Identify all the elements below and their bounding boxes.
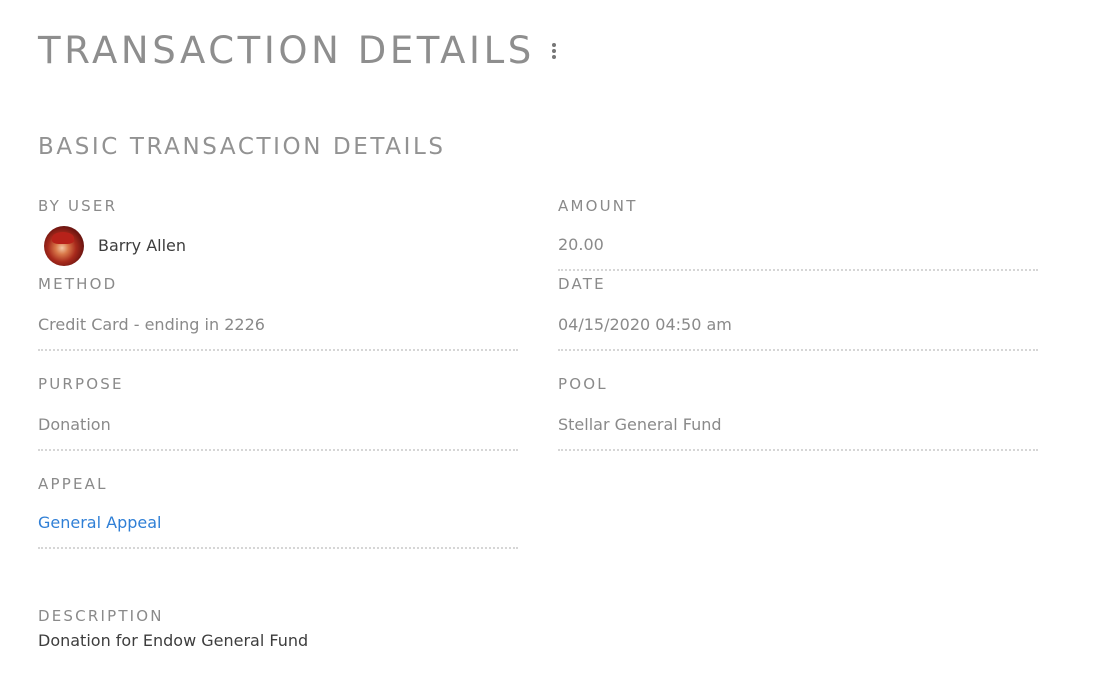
section-title: BASIC TRANSACTION DETAILS bbox=[38, 134, 446, 160]
field-label-pool: POOL bbox=[558, 375, 608, 393]
menu-dot bbox=[551, 55, 556, 59]
field-label-amount: AMOUNT bbox=[558, 197, 638, 215]
field-value-description: Donation for Endow General Fund bbox=[38, 631, 309, 650]
field-value-purpose: Donation bbox=[38, 415, 111, 434]
field-label-by-user: BY USER bbox=[38, 197, 118, 215]
field-method: METHOD Credit Card - ending in 2226 bbox=[38, 275, 518, 351]
field-label-method: METHOD bbox=[38, 275, 118, 293]
field-pool: POOL Stellar General Fund bbox=[558, 375, 1038, 451]
field-label-purpose: PURPOSE bbox=[38, 375, 124, 393]
field-label-appeal: APPEAL bbox=[38, 475, 108, 493]
page-header: TRANSACTION DETAILS bbox=[38, 28, 559, 74]
kebab-menu-icon[interactable] bbox=[549, 40, 559, 62]
field-purpose: PURPOSE Donation bbox=[38, 375, 518, 451]
user-name[interactable]: Barry Allen bbox=[98, 236, 186, 256]
page-title: TRANSACTION DETAILS bbox=[38, 29, 535, 72]
transaction-details-page: TRANSACTION DETAILS BASIC TRANSACTION DE… bbox=[0, 0, 1096, 692]
menu-dot bbox=[551, 43, 556, 47]
field-description: DESCRIPTION Donation for Endow General F… bbox=[38, 607, 638, 657]
field-label-date: DATE bbox=[558, 275, 606, 293]
field-value-amount: 20.00 bbox=[558, 235, 604, 254]
field-by-user: BY USER Barry Allen bbox=[38, 197, 518, 271]
field-label-description: DESCRIPTION bbox=[38, 607, 164, 625]
field-date: DATE 04/15/2020 04:50 am bbox=[558, 275, 1038, 351]
menu-dot bbox=[551, 49, 556, 53]
field-amount: AMOUNT 20.00 bbox=[558, 197, 1038, 271]
field-value-pool: Stellar General Fund bbox=[558, 415, 722, 434]
user-info[interactable]: Barry Allen bbox=[38, 226, 518, 266]
field-value-method: Credit Card - ending in 2226 bbox=[38, 315, 265, 334]
user-avatar[interactable] bbox=[44, 226, 84, 266]
appeal-link[interactable]: General Appeal bbox=[38, 513, 518, 533]
field-value-date: 04/15/2020 04:50 am bbox=[558, 315, 732, 334]
field-appeal: APPEAL General Appeal bbox=[38, 475, 518, 549]
